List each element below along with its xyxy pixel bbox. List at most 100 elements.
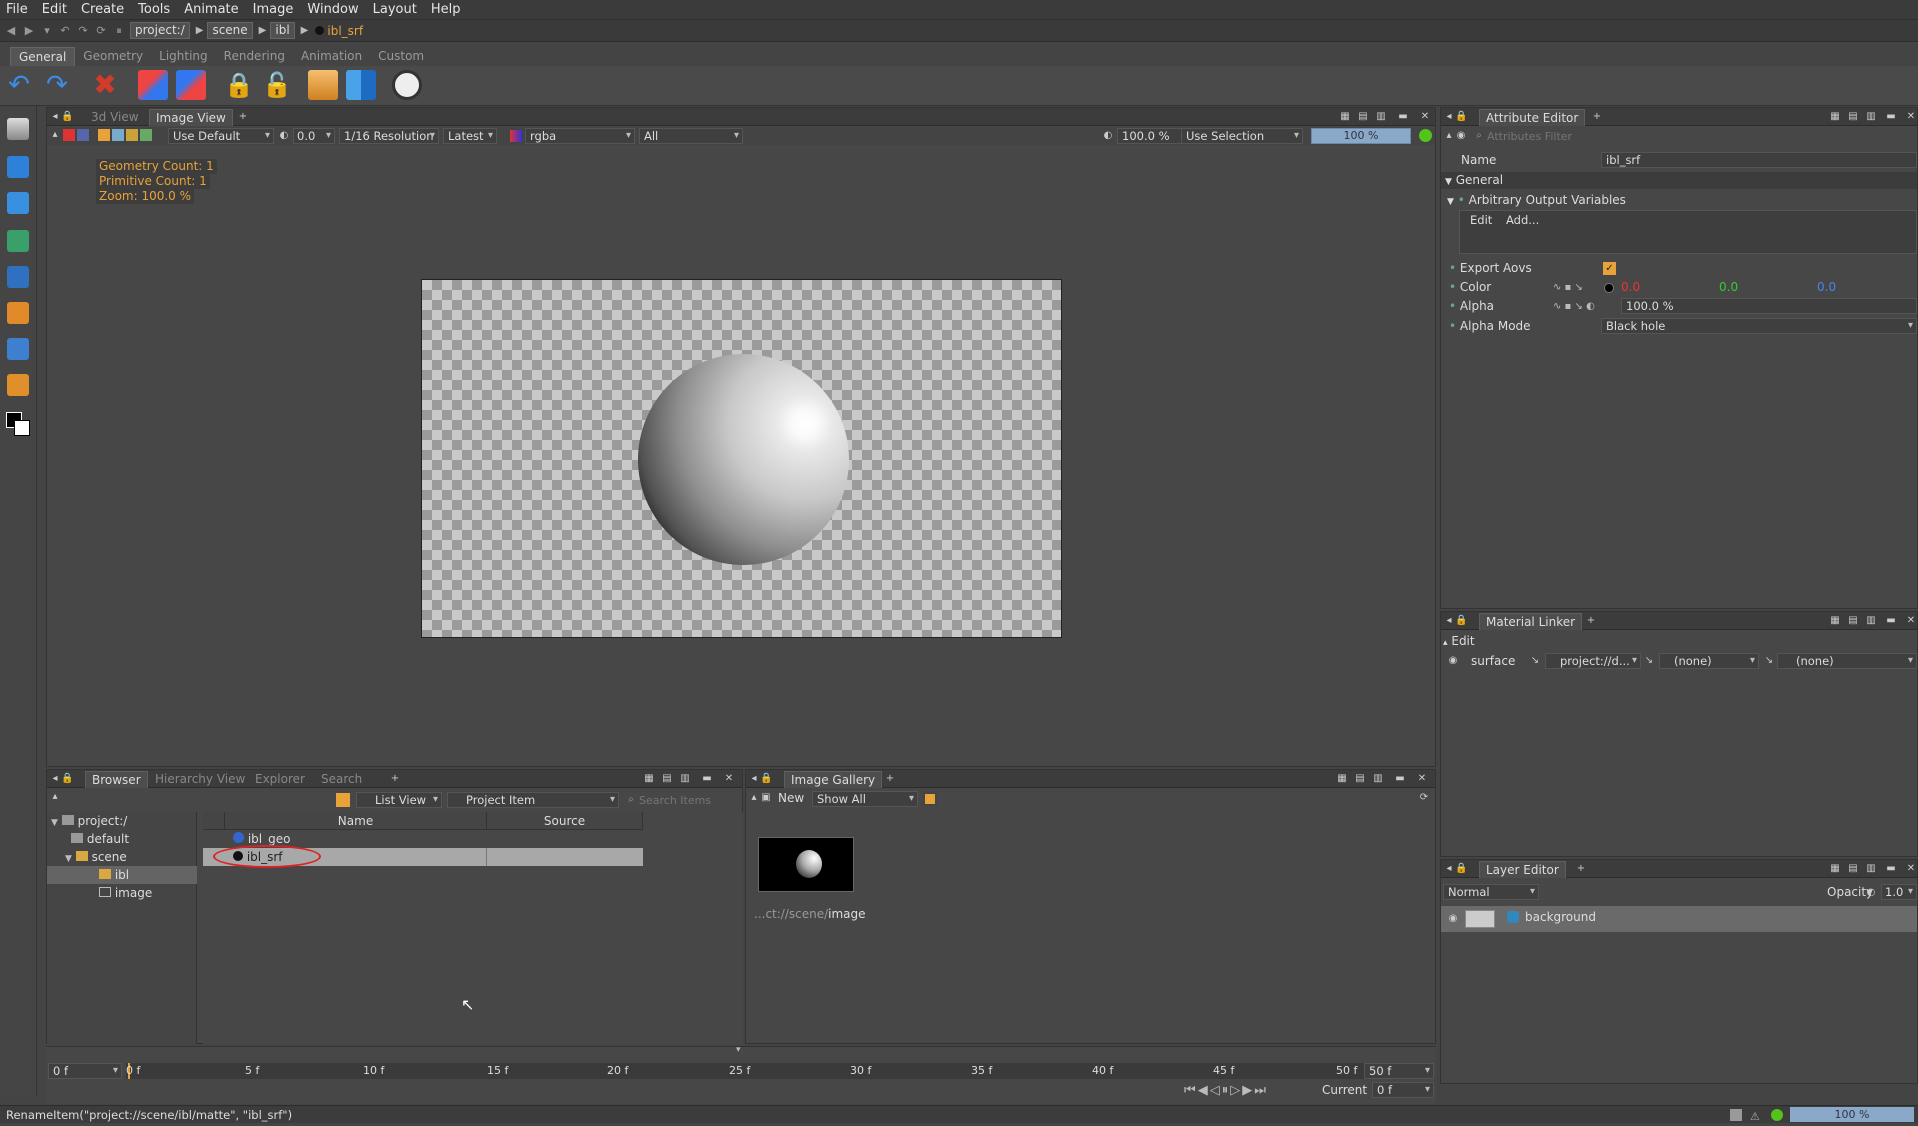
background-color-swatch[interactable] <box>14 420 30 436</box>
start-frame-field[interactable]: 0 f <box>48 1063 122 1079</box>
brush-tool-icon[interactable] <box>7 374 29 396</box>
refresh-icon[interactable]: ⟳ <box>94 24 108 38</box>
lock-panel-icon[interactable]: 🔒 <box>1455 111 1467 123</box>
lock-panel-icon[interactable]: 🔒 <box>61 773 73 785</box>
color-swatch[interactable] <box>1604 283 1614 293</box>
shader-icon[interactable] <box>346 70 376 100</box>
add-tab-icon[interactable]: + <box>884 773 896 785</box>
item-type-dropdown[interactable]: Project Item <box>447 792 619 808</box>
lut-dropdown[interactable]: Use Default <box>168 128 274 144</box>
project-item-icon[interactable] <box>308 70 338 100</box>
tab-search[interactable]: Search <box>315 771 368 788</box>
selection-dropdown[interactable]: Use Selection <box>1181 128 1303 144</box>
layer-row[interactable]: ◉ background <box>1441 906 1917 932</box>
show-all-dropdown[interactable]: Show All <box>812 791 918 807</box>
snapshot-icon[interactable] <box>77 129 89 141</box>
alpha-anim-icons[interactable]: ∿ ▪ ↘ ◐ <box>1553 301 1595 312</box>
close-icon[interactable]: ✕ <box>1416 773 1428 785</box>
tab-explorer[interactable]: Explorer <box>249 771 311 788</box>
menu-image[interactable]: Image <box>253 2 294 17</box>
exposure-field[interactable]: 0.0 <box>293 128 335 144</box>
layout-split-icon[interactable]: ▦ <box>1339 111 1351 123</box>
layout-vsplit-icon[interactable]: ▥ <box>1372 773 1384 785</box>
pointer-tool-icon[interactable] <box>7 338 29 360</box>
pause-icon[interactable]: ⏸ <box>112 24 126 38</box>
menu-help[interactable]: Help <box>431 2 461 17</box>
shelf-tab-rendering[interactable]: Rendering <box>216 47 293 66</box>
unlock-icon[interactable]: 🔓 <box>262 70 292 100</box>
notification-icon[interactable] <box>1730 1109 1742 1121</box>
select-tool-icon[interactable] <box>7 118 29 140</box>
shelf-tab-lighting[interactable]: Lighting <box>151 47 216 66</box>
menu-layout[interactable]: Layout <box>373 2 417 17</box>
current-frame-field[interactable]: 0 f <box>1372 1082 1434 1098</box>
tab-3d-view[interactable]: 3d View <box>85 109 145 126</box>
new-button[interactable]: New <box>778 791 804 805</box>
expand-arrow-icon[interactable]: ▴ <box>49 791 61 803</box>
link-arrow-icon[interactable]: ↘ <box>1763 655 1775 667</box>
menu-edit[interactable]: Edit <box>42 2 67 17</box>
uninstance-icon[interactable] <box>176 70 206 100</box>
tab-browser[interactable]: Browser <box>85 771 148 788</box>
layout-hsplit-icon[interactable]: ▤ <box>1847 615 1859 627</box>
resolution-dropdown[interactable]: 1/16 Resolution <box>339 128 439 144</box>
layout-vsplit-icon[interactable]: ▥ <box>1865 111 1877 123</box>
tab-attribute-editor[interactable]: Attribute Editor <box>1479 109 1586 126</box>
layout-hsplit-icon[interactable]: ▤ <box>661 773 673 785</box>
filter-icon[interactable] <box>336 793 350 807</box>
camera-tool-icon[interactable] <box>7 230 29 252</box>
tree-item-image[interactable]: image <box>99 884 152 902</box>
layout-hsplit-icon[interactable]: ▤ <box>1847 111 1859 123</box>
menu-animate[interactable]: Animate <box>184 2 238 17</box>
layout-split-icon[interactable]: ▦ <box>1336 773 1348 785</box>
tree-item-project[interactable]: ▼ project:/ <box>51 812 127 830</box>
maximize-icon[interactable]: ▬ <box>701 773 713 785</box>
tab-image-gallery[interactable]: Image Gallery <box>784 771 883 788</box>
column-source-header[interactable]: Source <box>487 812 643 830</box>
channels-dropdown[interactable]: rgba <box>525 128 635 144</box>
collapse-arrow-icon[interactable]: ◂ <box>49 773 61 785</box>
tab-layer-editor[interactable]: Layer Editor <box>1479 861 1566 878</box>
layout-split-icon[interactable]: ▦ <box>1829 863 1841 875</box>
redo-nav-icon[interactable]: ↷ <box>76 24 90 38</box>
opacity-field[interactable]: 1.0 <box>1881 884 1917 900</box>
render-image[interactable] <box>421 279 1062 638</box>
undo-nav-icon[interactable]: ↶ <box>58 24 72 38</box>
volume-dropdown[interactable]: (none) <box>1777 653 1917 669</box>
list-view-dropdown[interactable]: List View <box>356 792 442 808</box>
redo-icon[interactable]: ↷ <box>42 70 72 100</box>
alpha-mode-dropdown[interactable]: Black hole <box>1601 318 1917 334</box>
transform-tool-icon[interactable] <box>7 156 29 178</box>
timeline-track[interactable] <box>126 1063 1401 1079</box>
tab-image-view[interactable]: Image View <box>149 109 233 126</box>
layout-hsplit-icon[interactable]: ▤ <box>1847 863 1859 875</box>
shelf-tab-geometry[interactable]: Geometry <box>75 47 151 66</box>
color-b-field[interactable]: 0.0 <box>1817 280 1907 294</box>
expand-arrow-icon[interactable]: ▴ <box>49 129 61 141</box>
expand-arrow-icon[interactable]: ▴ <box>748 792 760 804</box>
tab-hierarchy-view[interactable]: Hierarchy View <box>149 771 251 788</box>
add-tab-icon[interactable]: + <box>1591 111 1603 123</box>
aov-section-header[interactable]: ▼ • Arbitrary Output Variables <box>1447 192 1626 211</box>
delete-icon[interactable]: ✖ <box>90 70 120 100</box>
layout-hsplit-icon[interactable]: ▤ <box>1354 773 1366 785</box>
export-aovs-checkbox[interactable]: ✓ <box>1603 262 1616 275</box>
attributes-filter-input[interactable] <box>1487 128 1907 144</box>
gallery-thumbnail[interactable] <box>758 837 854 892</box>
instance-icon[interactable] <box>138 70 168 100</box>
menu-window[interactable]: Window <box>307 2 358 17</box>
menu-file[interactable]: File <box>6 2 28 17</box>
scissors-tool-icon[interactable] <box>7 302 29 324</box>
shelf-tab-custom[interactable]: Custom <box>370 47 432 66</box>
close-icon[interactable]: ✕ <box>1905 111 1917 123</box>
maximize-icon[interactable]: ▬ <box>1885 615 1897 627</box>
lock-icon[interactable]: 🔒 <box>224 70 254 100</box>
layout-split-icon[interactable]: ▦ <box>643 773 655 785</box>
menu-create[interactable]: Create <box>81 2 124 17</box>
layers-dropdown[interactable]: All <box>639 128 743 144</box>
playback-controls[interactable]: ⏮◀◁⏸▷▶⏭ <box>1184 1083 1268 1098</box>
refresh-icon[interactable]: ⟳ <box>1418 792 1430 804</box>
color-r-field[interactable]: 0.0 <box>1621 280 1711 294</box>
column-name-header[interactable]: Name <box>225 812 487 830</box>
close-icon[interactable]: ✕ <box>723 773 735 785</box>
